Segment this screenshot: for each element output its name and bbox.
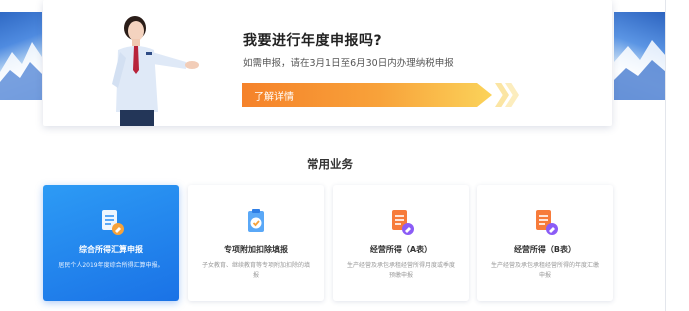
service-description: 生产经营及承包承租经营所得月度或季度预缴申报 <box>347 262 456 279</box>
right-banner-image <box>614 12 666 100</box>
annual-filing-banner: 我要进行年度申报吗? 如需申报，请在3月1日至6月30日内办理纳税申报 了解详情 <box>43 0 612 126</box>
service-description: 子女教育、继续教育等专项附加扣除的填报 <box>202 262 311 279</box>
service-card-business-income-b[interactable]: 经营所得（B表） 生产经营及承包承租经营所得的年度汇缴申报 <box>477 185 613 301</box>
service-description: 居民个人2019年度综合所得汇算申报。 <box>58 262 164 269</box>
clipboard-check-icon <box>248 209 264 232</box>
tax-officer-illustration <box>112 16 199 126</box>
left-banner-image <box>0 12 42 100</box>
document-pen-icon <box>536 210 558 235</box>
learn-more-label: 了解详情 <box>254 92 294 103</box>
document-pen-icon <box>102 210 124 235</box>
hero-subtitle: 如需申报，请在3月1日至6月30日内办理纳税申报 <box>243 58 454 69</box>
service-name: 综合所得汇算申报 <box>79 245 143 254</box>
learn-more-button[interactable]: 了解详情 <box>242 83 492 107</box>
service-description: 生产经营及承包承租经营所得的年度汇缴申报 <box>491 262 600 279</box>
section-title: 常用业务 <box>307 157 353 171</box>
service-name: 经营所得（A表） <box>369 245 433 254</box>
service-name: 专项附加扣除填报 <box>224 245 288 254</box>
page-divider <box>665 0 666 311</box>
service-card-business-income-a[interactable]: 经营所得（A表） 生产经营及承包承租经营所得月度或季度预缴申报 <box>333 185 469 301</box>
service-name: 经营所得（B表） <box>513 245 577 254</box>
service-card-special-deduction[interactable]: 专项附加扣除填报 子女教育、继续教育等专项附加扣除的填报 <box>188 185 324 301</box>
document-pen-icon <box>392 210 414 235</box>
service-card-comprehensive-income[interactable]: 综合所得汇算申报 居民个人2019年度综合所得汇算申报。 <box>43 185 179 301</box>
chevron-right-icon <box>495 83 509 107</box>
hero-title: 我要进行年度申报吗? <box>243 33 383 49</box>
